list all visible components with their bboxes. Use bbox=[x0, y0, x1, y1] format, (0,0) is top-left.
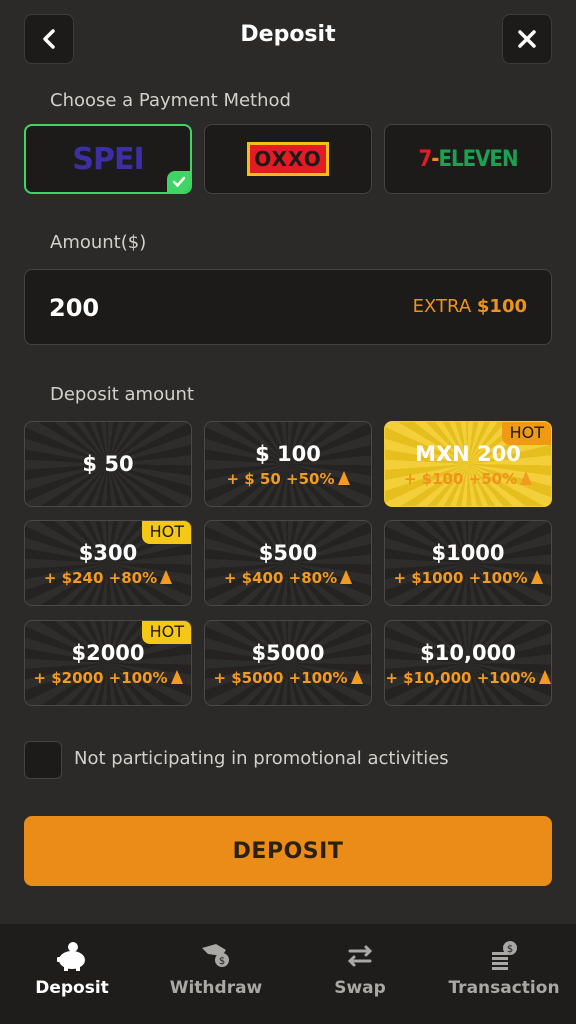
tile-amount: $10,000 bbox=[420, 640, 516, 665]
arrow-up-icon bbox=[340, 569, 353, 584]
close-icon bbox=[518, 30, 536, 48]
tile-bonus: + $400 +80% bbox=[224, 569, 353, 587]
arrow-up-icon bbox=[350, 669, 363, 684]
deposit-amount-tile[interactable]: $ 50 bbox=[24, 421, 192, 507]
page-title: Deposit bbox=[240, 22, 336, 47]
spei-logo: SPEI bbox=[72, 141, 144, 177]
nav-swap[interactable]: Swap bbox=[288, 924, 432, 1024]
deposit-amount-tile[interactable]: $1000 + $1000 +100% bbox=[384, 520, 552, 606]
svg-text:$: $ bbox=[507, 944, 513, 955]
payment-method-7eleven[interactable]: 7-ELEVEN bbox=[384, 124, 552, 194]
header: Deposit bbox=[0, 0, 576, 76]
tile-amount: $1000 bbox=[431, 540, 505, 565]
tile-amount: $ 100 bbox=[255, 441, 321, 466]
payment-method-oxxo[interactable]: OXXO bbox=[204, 124, 372, 194]
bottom-nav: Deposit $ Withdraw Swap $ Transaction bbox=[0, 924, 576, 1024]
tile-bonus: + $5000 +100% bbox=[213, 669, 363, 687]
promo-checkbox[interactable] bbox=[24, 741, 62, 779]
tile-amount: $500 bbox=[258, 540, 318, 565]
deposit-amount-tile[interactable]: $2000 + $2000 +100% HOT bbox=[24, 620, 192, 706]
tile-amount: $ 50 bbox=[82, 452, 134, 476]
nav-transaction[interactable]: $ Transaction bbox=[432, 924, 576, 1024]
nav-label-swap: Swap bbox=[334, 978, 386, 998]
arrow-up-icon bbox=[337, 470, 350, 485]
tile-amount: $5000 bbox=[251, 640, 325, 665]
tile-bonus: + $100 +50% bbox=[404, 470, 533, 488]
nav-withdraw[interactable]: $ Withdraw bbox=[144, 924, 288, 1024]
amount-label: Amount($) bbox=[50, 232, 147, 253]
tile-amount: MXN 200 bbox=[415, 441, 521, 466]
deposit-amount-tile[interactable]: $10,000 + $10,000 +100% bbox=[384, 620, 552, 706]
coins-stack-icon: $ bbox=[484, 938, 524, 974]
swap-arrows-icon bbox=[340, 938, 380, 974]
arrow-up-icon bbox=[530, 569, 543, 584]
deposit-button[interactable]: DEPOSIT bbox=[24, 816, 552, 886]
deposit-amount-tile[interactable]: $300 + $240 +80% HOT bbox=[24, 520, 192, 606]
payment-method-spei[interactable]: SPEI bbox=[24, 124, 192, 194]
nav-label-withdraw: Withdraw bbox=[169, 978, 263, 998]
piggy-bank-icon bbox=[52, 938, 92, 974]
tile-bonus: + $2000 +100% bbox=[33, 669, 183, 687]
amount-value: 200 bbox=[49, 294, 100, 322]
tile-amount: $300 bbox=[78, 540, 138, 565]
deposit-amount-label: Deposit amount bbox=[50, 384, 194, 405]
payment-method-label: Choose a Payment Method bbox=[50, 90, 291, 111]
deposit-amount-tile[interactable]: $5000 + $5000 +100% bbox=[204, 620, 372, 706]
nav-deposit[interactable]: Deposit bbox=[0, 924, 144, 1024]
deposit-amount-tile[interactable]: $500 + $400 +80% bbox=[204, 520, 372, 606]
tile-bonus: + $240 +80% bbox=[44, 569, 173, 587]
nav-label-deposit: Deposit bbox=[35, 978, 109, 998]
arrow-up-icon bbox=[170, 669, 183, 684]
tile-amount: $2000 bbox=[71, 640, 145, 665]
seven-eleven-logo: 7-ELEVEN bbox=[418, 146, 518, 172]
deposit-amount-tile[interactable]: MXN 200 + $100 +50% HOT bbox=[384, 421, 552, 507]
svg-text:$: $ bbox=[219, 956, 225, 967]
hot-badge: HOT bbox=[141, 521, 191, 544]
tile-bonus: + $10,000 +100% bbox=[385, 669, 551, 687]
hot-badge: HOT bbox=[501, 422, 551, 445]
nav-label-transaction: Transaction bbox=[448, 978, 560, 998]
withdraw-hand-icon: $ bbox=[196, 938, 236, 974]
selected-check-icon bbox=[167, 171, 190, 192]
tile-bonus: + $1000 +100% bbox=[393, 569, 543, 587]
hot-badge: HOT bbox=[141, 621, 191, 644]
amount-input[interactable]: 200 EXTRA $100 bbox=[24, 269, 552, 345]
arrow-up-icon bbox=[160, 569, 173, 584]
arrow-up-icon bbox=[520, 470, 533, 485]
close-button[interactable] bbox=[502, 14, 552, 64]
arrow-up-icon bbox=[538, 669, 551, 684]
tile-bonus: + $ 50 +50% bbox=[226, 470, 350, 488]
promo-label: Not participating in promotional activit… bbox=[74, 748, 449, 769]
deposit-amount-tile[interactable]: $ 100 + $ 50 +50% bbox=[204, 421, 372, 507]
extra-bonus: EXTRA $100 bbox=[412, 296, 527, 317]
oxxo-logo: OXXO bbox=[247, 142, 329, 176]
